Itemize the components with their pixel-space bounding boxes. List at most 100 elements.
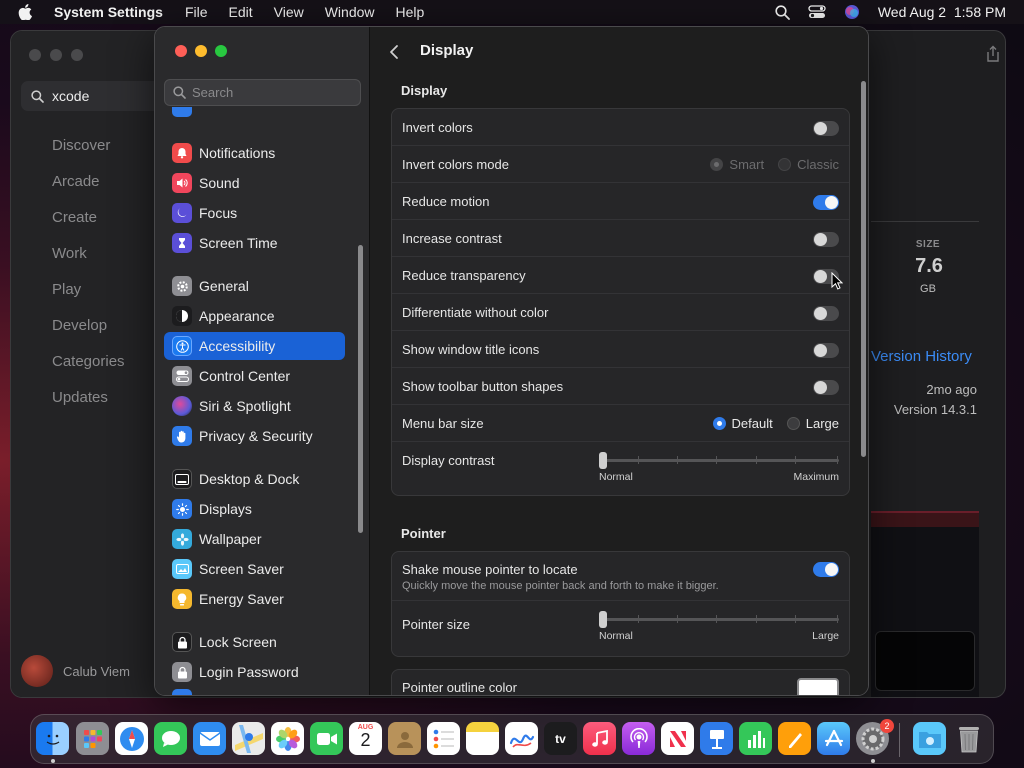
facetime-icon[interactable] (310, 722, 343, 755)
accessibility-icon (172, 336, 192, 356)
pointer-size-slider[interactable]: Normal Large (599, 609, 839, 649)
invert-colors-toggle[interactable] (813, 121, 839, 136)
app-store-nav-discover[interactable]: Discover (52, 135, 125, 171)
siri-icon[interactable] (844, 4, 860, 20)
pointer-outline-color-well[interactable] (797, 678, 839, 695)
sidebar-item-lock-screen[interactable]: Lock Screen (164, 628, 345, 656)
mail-icon[interactable] (193, 722, 226, 755)
sidebar-item-general[interactable]: General (164, 272, 345, 300)
menu-bar-clock[interactable]: Wed Aug 2 1:58 PM (878, 4, 1006, 20)
toolbar-shapes-toggle[interactable] (813, 380, 839, 395)
sidebar-item-energy-saver[interactable]: Energy Saver (164, 585, 345, 613)
keynote-icon[interactable] (700, 722, 733, 755)
freeform-icon[interactable] (505, 722, 538, 755)
radio-default[interactable]: Default (712, 416, 773, 431)
sidebar-item-login-password[interactable]: Login Password (164, 658, 345, 686)
sidebar-item-focus[interactable]: Focus (164, 199, 345, 227)
reminders-icon[interactable] (427, 722, 460, 755)
display-contrast-slider[interactable]: Normal Maximum (599, 450, 839, 490)
app-store-nav-work[interactable]: Work (52, 243, 125, 279)
sidebar-item-label: General (199, 278, 249, 294)
app-store-nav-develop[interactable]: Develop (52, 315, 125, 351)
photos-icon[interactable] (271, 722, 304, 755)
settings-search-field[interactable] (164, 79, 361, 106)
menu-file[interactable]: File (185, 4, 208, 20)
sidebar-scrollbar[interactable] (358, 245, 363, 533)
app-store-nav-updates[interactable]: Updates (52, 387, 125, 423)
app-store-nav-categories[interactable]: Categories (52, 351, 125, 387)
menu-help[interactable]: Help (396, 4, 425, 20)
row-description: Quickly move the mouse pointer back and … (402, 580, 719, 592)
sidebar-item-sound[interactable]: Sound (164, 169, 345, 197)
app-store-nav-arcade[interactable]: Arcade (52, 171, 125, 207)
sidebar-item-control-center[interactable]: Control Center (164, 362, 345, 390)
menu-bar: System Settings File Edit View Window He… (0, 0, 1024, 24)
app-store-account[interactable]: Calub Viem (21, 655, 130, 687)
zoom-window-button[interactable] (215, 45, 227, 57)
increase-contrast-toggle[interactable] (813, 232, 839, 247)
menu-view[interactable]: View (274, 4, 304, 20)
apple-tv-icon[interactable]: tv (544, 722, 577, 755)
radio-classic[interactable]: Classic (778, 157, 839, 172)
row-pointer-size: Pointer size Normal Large (392, 601, 849, 657)
sidebar-item-partial[interactable] (164, 688, 345, 695)
pages-icon[interactable] (778, 722, 811, 755)
launchpad-icon[interactable] (76, 722, 109, 755)
slider-thumb[interactable] (599, 611, 607, 628)
app-name-menu[interactable]: System Settings (54, 4, 163, 20)
messages-icon[interactable] (154, 722, 187, 755)
close-window-button[interactable] (175, 45, 187, 57)
settings-search-input[interactable] (192, 85, 352, 100)
search-icon (173, 86, 186, 99)
sidebar-item-privacy-security[interactable]: Privacy & Security (164, 422, 345, 450)
app-store-icon[interactable] (817, 722, 850, 755)
sidebar-item-screen-time[interactable]: Screen Time (164, 229, 345, 257)
calendar-icon[interactable]: AUG 2 (349, 722, 382, 755)
sidebar-item-siri-spotlight[interactable]: Siri & Spotlight (164, 392, 345, 420)
sidebar-item-hidden[interactable] (164, 107, 345, 121)
size-unit: GB (920, 283, 936, 295)
sidebar-item-accessibility[interactable]: Accessibility (164, 332, 345, 360)
row-label: Pointer size (402, 617, 470, 632)
downloads-folder-icon[interactable] (913, 722, 946, 755)
row-shake-pointer: Shake mouse pointer to locate Quickly mo… (392, 552, 849, 601)
window-title-icons-toggle[interactable] (813, 343, 839, 358)
app-store-nav-create[interactable]: Create (52, 207, 125, 243)
app-screenshot-preview[interactable] (871, 511, 979, 697)
app-store-search-field[interactable]: xcode (21, 81, 171, 111)
apple-menu-icon[interactable] (18, 4, 36, 20)
control-center-icon[interactable] (808, 5, 826, 19)
section-title-pointer: Pointer (401, 526, 446, 541)
notes-icon[interactable] (466, 722, 499, 755)
sidebar-item-wallpaper[interactable]: Wallpaper (164, 525, 345, 553)
news-icon[interactable] (661, 722, 694, 755)
radio-large[interactable]: Large (786, 416, 839, 431)
maps-icon[interactable] (232, 722, 265, 755)
contacts-icon[interactable] (388, 722, 421, 755)
differentiate-toggle[interactable] (813, 306, 839, 321)
slider-thumb[interactable] (599, 452, 607, 469)
content-scrollbar[interactable] (861, 81, 866, 457)
podcasts-icon[interactable] (622, 722, 655, 755)
minimize-window-button[interactable] (195, 45, 207, 57)
sidebar-item-displays[interactable]: Displays (164, 495, 345, 523)
sidebar-item-notifications[interactable]: Notifications (164, 139, 345, 167)
numbers-icon[interactable] (739, 722, 772, 755)
spotlight-search-icon[interactable] (775, 4, 790, 20)
radio-smart[interactable]: Smart (710, 157, 764, 172)
back-button[interactable] (389, 42, 407, 62)
trash-icon[interactable] (952, 722, 985, 755)
safari-icon[interactable] (115, 722, 148, 755)
sidebar-item-desktop-dock[interactable]: Desktop & Dock (164, 465, 345, 493)
sidebar-item-screen-saver[interactable]: Screen Saver (164, 555, 345, 583)
menu-edit[interactable]: Edit (229, 4, 253, 20)
version-history-link[interactable]: Version History (871, 348, 972, 365)
row-label: Shake mouse pointer to locate (402, 562, 578, 577)
app-store-nav-play[interactable]: Play (52, 279, 125, 315)
finder-icon[interactable] (36, 722, 69, 755)
music-icon[interactable] (583, 722, 616, 755)
reduce-motion-toggle[interactable] (813, 195, 839, 210)
sidebar-item-appearance[interactable]: Appearance (164, 302, 345, 330)
menu-window[interactable]: Window (325, 4, 375, 20)
shake-pointer-toggle[interactable] (813, 562, 839, 577)
